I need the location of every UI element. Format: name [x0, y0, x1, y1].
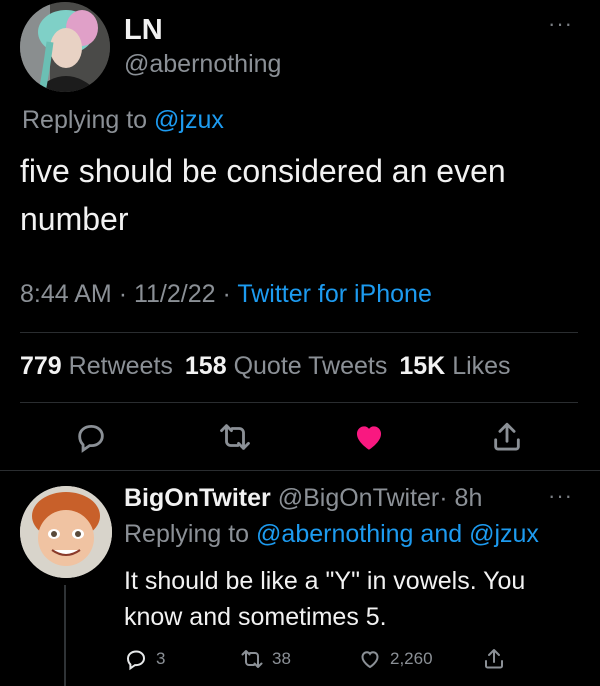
reply-count: 3 — [156, 649, 166, 668]
tweet-text: five should be considered an even number — [20, 153, 506, 237]
retweets-stat[interactable]: 779 Retweets — [20, 352, 173, 380]
divider — [20, 332, 578, 333]
replying-to-line: Replying to @abernothing and @jzux — [124, 520, 539, 549]
share-icon — [485, 649, 503, 669]
tweet-stats: 779 Retweets 158 Quote Tweets 15K Likes — [20, 352, 511, 381]
replying-to-line: Replying to @jzux — [22, 106, 224, 135]
likes-label: Likes — [452, 352, 511, 380]
heart-icon — [361, 651, 379, 669]
tweet-meta: 8:44 AM · 11/2/22 · Twitter for iPhone — [20, 280, 432, 309]
ellipsis-icon[interactable]: ··· — [548, 13, 582, 35]
reply-share-button[interactable] — [482, 645, 506, 673]
reply-author-name[interactable]: BigOnTwiter — [124, 484, 271, 512]
reply-age[interactable]: 8h — [455, 484, 483, 512]
ellipsis-icon[interactable]: ··· — [548, 485, 582, 507]
likes-stat[interactable]: 15K Likes — [399, 352, 510, 380]
like-count: 2,260 — [390, 649, 433, 668]
reply-header: BigOnTwiter @BigOnTwiter· 8h — [124, 484, 482, 513]
author-name[interactable]: LN — [124, 14, 163, 47]
replying-prefix: Replying to — [124, 520, 250, 548]
mention-link[interactable]: @jzux — [469, 520, 539, 548]
replying-prefix: Replying to — [22, 106, 148, 134]
reply-button[interactable] — [74, 420, 108, 454]
share-icon — [494, 422, 520, 451]
author-handle[interactable]: @abernothing — [124, 50, 281, 79]
reply-like-button[interactable]: 2,260 — [358, 645, 433, 673]
retweet-button[interactable] — [218, 420, 252, 454]
replying-and: and — [420, 520, 463, 548]
mention-link[interactable]: @jzux — [154, 106, 224, 134]
reply-icon — [78, 424, 104, 453]
thread-line — [64, 585, 66, 686]
meta-separator: · — [222, 280, 231, 308]
reply-author-handle[interactable]: @BigOnTwiter — [278, 484, 440, 512]
tweet-screenshot: LN @abernothing ··· Replying to @jzux fi… — [0, 0, 600, 686]
retweet-icon — [220, 424, 250, 450]
quotes-label: Quote Tweets — [233, 352, 388, 380]
heart-icon — [356, 426, 382, 450]
meta-separator: · — [439, 484, 448, 512]
avatar[interactable] — [20, 2, 110, 92]
tweet-time[interactable]: 8:44 AM — [20, 280, 112, 308]
reply-icon — [126, 650, 146, 671]
retweet-count: 38 — [272, 649, 291, 668]
share-button[interactable] — [490, 420, 524, 454]
divider — [0, 470, 600, 471]
quotes-count: 158 — [184, 352, 227, 380]
mention-link[interactable]: @abernothing — [256, 520, 413, 548]
retweets-count: 779 — [20, 352, 62, 380]
reply-retweet-button[interactable]: 38 — [240, 645, 291, 673]
reply-avatar[interactable] — [20, 486, 112, 578]
retweets-label: Retweets — [68, 352, 173, 380]
retweet-icon — [241, 650, 263, 668]
divider — [20, 402, 578, 403]
likes-count: 15K — [399, 352, 446, 380]
quote-tweets-stat[interactable]: 158 Quote Tweets — [185, 352, 387, 380]
reply-reply-button[interactable]: 3 — [124, 645, 165, 673]
meta-separator: · — [118, 280, 128, 308]
reply-text: It should be like a "Y" in vowels. You k… — [124, 567, 526, 631]
tweet-source-link[interactable]: Twitter for iPhone — [237, 280, 432, 308]
like-button[interactable] — [352, 420, 386, 454]
tweet-date[interactable]: 11/2/22 — [134, 280, 216, 308]
